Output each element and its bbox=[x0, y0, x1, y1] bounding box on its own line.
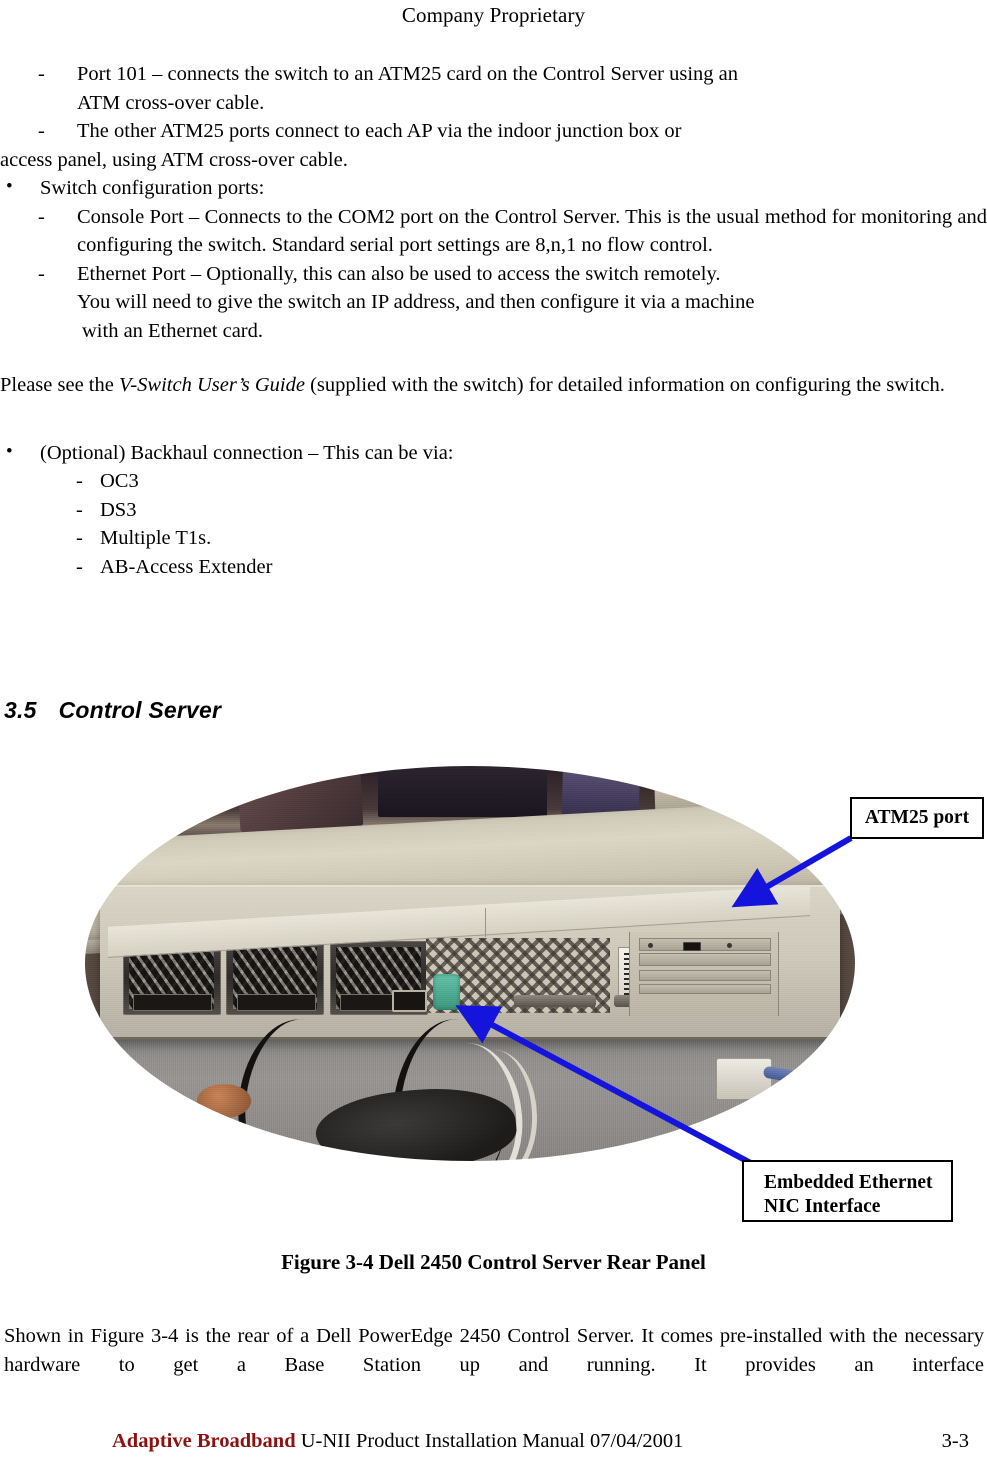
oval-photo-mask bbox=[85, 766, 855, 1161]
paragraph-text-before: Please see the bbox=[0, 374, 119, 396]
list-item-text: AB-Access Extender bbox=[100, 555, 273, 578]
bullet-marker: • bbox=[6, 440, 13, 462]
bullet-marker: • bbox=[6, 176, 13, 197]
dash-marker: - bbox=[38, 205, 45, 228]
list-item-continuation: You will need to give the switch an IP a… bbox=[77, 291, 755, 313]
paragraph-text-after: (supplied with the switch) for detailed … bbox=[304, 374, 945, 396]
list-item: - The other ATM25 ports connect to each … bbox=[0, 117, 987, 146]
guide-reference-paragraph: Please see the V-Switch User’s Guide (su… bbox=[0, 371, 987, 400]
figure-caption: Figure 3-4 Dell 2450 Control Server Rear… bbox=[281, 1250, 706, 1274]
document-body: - Port 101 – connects the switch to an A… bbox=[0, 60, 987, 581]
dash-marker: - bbox=[38, 63, 45, 85]
document-page: Company Proprietary - Port 101 – connect… bbox=[0, 0, 987, 1465]
figure-photograph bbox=[85, 766, 855, 1161]
list-item-label: Switch configuration ports: bbox=[40, 177, 265, 199]
list-item-continuation: ATM cross-over cable. bbox=[77, 91, 265, 114]
list-item: - Console Port – Connects to the COM2 po… bbox=[0, 203, 987, 260]
brand-name: Adaptive Broadband bbox=[112, 1430, 296, 1452]
vertical-spacer bbox=[0, 400, 987, 426]
dash-marker: - bbox=[38, 262, 45, 285]
list-item-continuation: with an Ethernet card. bbox=[82, 319, 264, 342]
footer-text: Adaptive Broadband U-NII Product Install… bbox=[112, 1430, 683, 1453]
list-item-continuation: access panel, using ATM cross-over cable… bbox=[0, 148, 348, 171]
list-item: • (Optional) Backhaul connection – This … bbox=[0, 439, 987, 468]
list-item-text: Multiple T1s. bbox=[100, 527, 212, 549]
vertical-spacer bbox=[0, 426, 987, 439]
dash-marker: - bbox=[76, 555, 83, 578]
page-header-title: Company Proprietary bbox=[401, 3, 586, 27]
list-item-text: OC3 bbox=[100, 470, 139, 492]
page-number: 3-3 bbox=[941, 1430, 969, 1452]
dash-marker: - bbox=[76, 470, 83, 492]
list-item: - AB-Access Extender bbox=[0, 553, 987, 582]
section-title: Control Server bbox=[58, 697, 222, 723]
dash-marker: - bbox=[76, 527, 83, 549]
list-item: - Multiple T1s. bbox=[0, 524, 987, 553]
callout-atm25-port: ATM25 port bbox=[850, 797, 984, 839]
list-item-line: Ethernet Port – Optionally, this can als… bbox=[77, 262, 721, 285]
section-heading: 3.5 Control Server bbox=[4, 697, 221, 724]
list-item: - OC3 bbox=[0, 467, 987, 496]
section-number: 3.5 bbox=[4, 697, 37, 723]
list-item-text: DS3 bbox=[100, 498, 137, 521]
list-item-line: The other ATM25 ports connect to each AP… bbox=[77, 120, 682, 142]
callout-label-line1: Embedded Ethernet bbox=[764, 1172, 933, 1193]
photo-grain-overlay bbox=[85, 766, 855, 1161]
dash-marker: - bbox=[76, 498, 83, 521]
vertical-spacer bbox=[0, 345, 987, 371]
callout-label: ATM25 port bbox=[864, 807, 970, 828]
manual-title-text: U-NII Product Installation Manual 07/04/… bbox=[300, 1430, 684, 1452]
list-item-text: Console Port – Connects to the COM2 port… bbox=[77, 205, 987, 257]
list-item: - Port 101 – connects the switch to an A… bbox=[0, 60, 987, 89]
closing-paragraph: Shown in Figure 3-4 is the rear of a Del… bbox=[4, 1325, 984, 1376]
list-item-label: (Optional) Backhaul connection – This ca… bbox=[40, 441, 454, 464]
list-item: • Switch configuration ports: bbox=[0, 174, 987, 203]
photo-scene bbox=[85, 766, 855, 1161]
guide-title-italic: V-Switch User’s Guide bbox=[118, 374, 305, 396]
dash-marker: - bbox=[38, 120, 45, 142]
list-item-line: Port 101 – connects the switch to an ATM… bbox=[77, 63, 739, 85]
list-item: - DS3 bbox=[0, 496, 987, 525]
list-item: - Ethernet Port – Optionally, this can a… bbox=[0, 260, 987, 289]
callout-embedded-ethernet-nic: Embedded Ethernet NIC Interface bbox=[742, 1160, 953, 1222]
page-footer: Adaptive Broadband U-NII Product Install… bbox=[0, 1430, 987, 1464]
callout-label-line2: NIC Interface bbox=[764, 1196, 881, 1217]
